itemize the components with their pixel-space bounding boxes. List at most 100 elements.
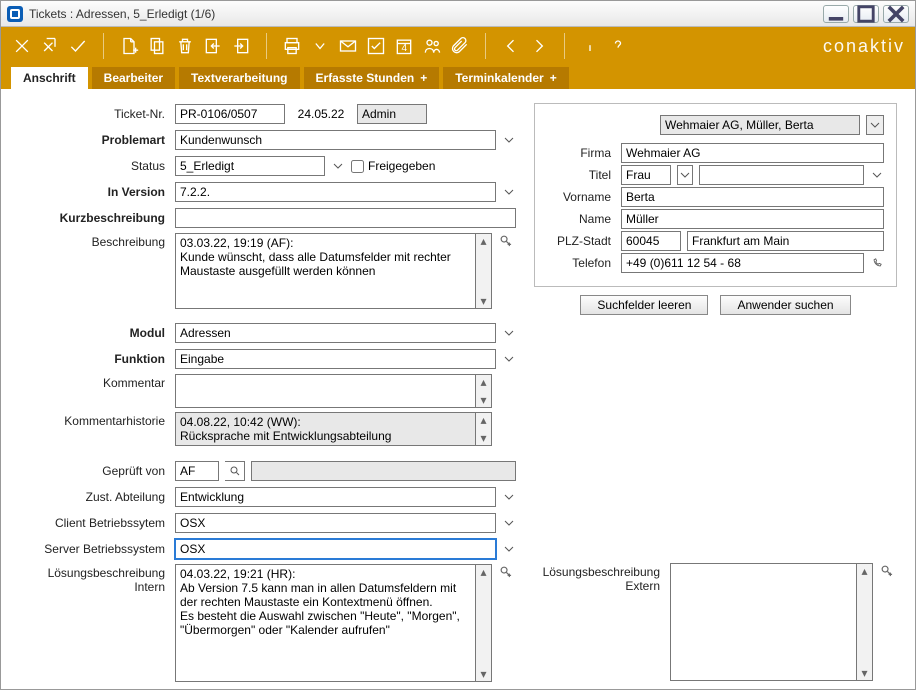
- delete-icon[interactable]: [174, 35, 196, 57]
- cancel-icon[interactable]: [11, 35, 33, 57]
- label-funktion: Funktion: [19, 352, 169, 366]
- label-geprueft-von: Geprüft von: [19, 464, 169, 478]
- vorname-field[interactable]: [621, 187, 884, 207]
- loesung-intern-textarea[interactable]: [175, 564, 476, 682]
- plus-icon: +: [420, 71, 427, 85]
- label-inversion: In Version: [19, 185, 169, 199]
- tab-textverarbeitung[interactable]: Textverarbeitung: [179, 67, 299, 89]
- label-server-os: Server Betriebssystem: [19, 542, 169, 556]
- label-modul: Modul: [19, 326, 169, 340]
- loesung-intern-add-icon[interactable]: [498, 564, 516, 580]
- client-os-field[interactable]: [175, 513, 496, 533]
- telefon-field[interactable]: [621, 253, 864, 273]
- label-loesung-intern: LösungsbeschreibungIntern: [19, 564, 169, 594]
- modul-dropdown[interactable]: [502, 323, 516, 343]
- funktion-dropdown[interactable]: [502, 349, 516, 369]
- window-minimize-button[interactable]: [823, 5, 849, 23]
- suchfelder-leeren-button[interactable]: Suchfelder leeren: [580, 295, 708, 315]
- firma-field[interactable]: [621, 143, 884, 163]
- label-telefon: Telefon: [547, 256, 615, 270]
- problemart-dropdown[interactable]: [502, 130, 516, 150]
- tab-bar: Anschrift Bearbeiter Textverarbeitung Er…: [1, 65, 915, 89]
- label-firma: Firma: [547, 146, 615, 160]
- client-os-dropdown[interactable]: [502, 513, 516, 533]
- problemart-field[interactable]: [175, 130, 496, 150]
- tab-bearbeiter[interactable]: Bearbeiter: [92, 67, 175, 89]
- freigegeben-checkbox[interactable]: Freigegeben: [351, 159, 435, 173]
- geprueft-von-search-icon[interactable]: [225, 461, 245, 481]
- label-status: Status: [19, 159, 169, 173]
- next-icon[interactable]: [528, 35, 550, 57]
- attachment-icon[interactable]: [449, 35, 471, 57]
- ticketnr-field[interactable]: [175, 104, 285, 124]
- kommentarhistorie-textarea[interactable]: [175, 412, 476, 446]
- kurzbeschreibung-field[interactable]: [175, 208, 516, 228]
- loesung-extern-textarea[interactable]: [670, 563, 857, 681]
- contact-selector-dropdown[interactable]: [866, 115, 884, 135]
- confirm-icon[interactable]: [67, 35, 89, 57]
- beschreibung-scrollbar[interactable]: ▴▾: [476, 233, 492, 309]
- titel-field[interactable]: [621, 165, 671, 185]
- kommentar-scrollbar[interactable]: ▴▾: [476, 374, 492, 408]
- label-plz-stadt: PLZ-Stadt: [547, 234, 615, 248]
- mail-icon[interactable]: [337, 35, 359, 57]
- checklist-icon[interactable]: [365, 35, 387, 57]
- print-icon[interactable]: [281, 35, 303, 57]
- plz-field[interactable]: [621, 231, 681, 251]
- label-ticketnr: Ticket-Nr.: [19, 107, 169, 121]
- export-icon[interactable]: [230, 35, 252, 57]
- inversion-dropdown[interactable]: [502, 182, 516, 202]
- tab-erfasste-stunden[interactable]: Erfasste Stunden+: [304, 67, 440, 89]
- info-icon[interactable]: [579, 35, 601, 57]
- funktion-field[interactable]: [175, 349, 496, 369]
- svg-text:4: 4: [402, 43, 408, 54]
- tab-terminkalender[interactable]: Terminkalender+: [443, 67, 569, 89]
- status-field[interactable]: [175, 156, 325, 176]
- titel2-field[interactable]: [699, 165, 864, 185]
- geprueft-von-field[interactable]: [175, 461, 219, 481]
- name-field[interactable]: [621, 209, 884, 229]
- label-kommentar: Kommentar: [19, 374, 169, 390]
- status-dropdown[interactable]: [331, 156, 345, 176]
- server-os-dropdown[interactable]: [502, 539, 516, 559]
- loesung-intern-scrollbar[interactable]: ▴▾: [476, 564, 492, 682]
- phone-icon[interactable]: [870, 253, 884, 273]
- new-doc-icon[interactable]: [118, 35, 140, 57]
- zust-abteilung-dropdown[interactable]: [502, 487, 516, 507]
- label-zust-abteilung: Zust. Abteilung: [19, 490, 169, 504]
- label-kurzbeschreibung: Kurzbeschreibung: [19, 211, 169, 225]
- print-dropdown-icon[interactable]: [309, 35, 331, 57]
- cancel-all-icon[interactable]: [39, 35, 61, 57]
- copy-doc-icon[interactable]: [146, 35, 168, 57]
- tab-anschrift[interactable]: Anschrift: [11, 67, 88, 89]
- label-name: Name: [547, 212, 615, 226]
- ticket-user-field[interactable]: [357, 104, 427, 124]
- brand-logo: conaktiv: [823, 36, 905, 57]
- window-close-button[interactable]: [883, 5, 909, 23]
- prev-icon[interactable]: [500, 35, 522, 57]
- help-icon[interactable]: [607, 35, 629, 57]
- titel2-dropdown[interactable]: [870, 165, 884, 185]
- geprueft-von-name-field[interactable]: [251, 461, 516, 481]
- calendar-icon[interactable]: 4: [393, 35, 415, 57]
- stadt-field[interactable]: [687, 231, 884, 251]
- titel-dropdown[interactable]: [677, 165, 693, 185]
- zust-abteilung-field[interactable]: [175, 487, 496, 507]
- kommentarhistorie-scrollbar[interactable]: ▴▾: [476, 412, 492, 446]
- anwender-suchen-button[interactable]: Anwender suchen: [720, 295, 850, 315]
- modul-field[interactable]: [175, 323, 496, 343]
- server-os-field[interactable]: [175, 539, 496, 559]
- beschreibung-add-icon[interactable]: [498, 233, 516, 249]
- right-column: Firma Titel Vorname Name: [534, 103, 897, 681]
- kommentar-textarea[interactable]: [175, 374, 476, 408]
- import-icon[interactable]: [202, 35, 224, 57]
- loesung-extern-scrollbar[interactable]: ▴▾: [857, 563, 873, 681]
- contact-selector-field[interactable]: [660, 115, 860, 135]
- label-kommentarhistorie: Kommentarhistorie: [19, 412, 169, 428]
- loesung-extern-add-icon[interactable]: [879, 563, 897, 579]
- inversion-field[interactable]: [175, 182, 496, 202]
- teams-icon[interactable]: [421, 35, 443, 57]
- left-column: Ticket-Nr. 24.05.22 Problemart Status Fr…: [19, 103, 516, 681]
- beschreibung-textarea[interactable]: [175, 233, 476, 309]
- window-maximize-button[interactable]: [853, 5, 879, 23]
